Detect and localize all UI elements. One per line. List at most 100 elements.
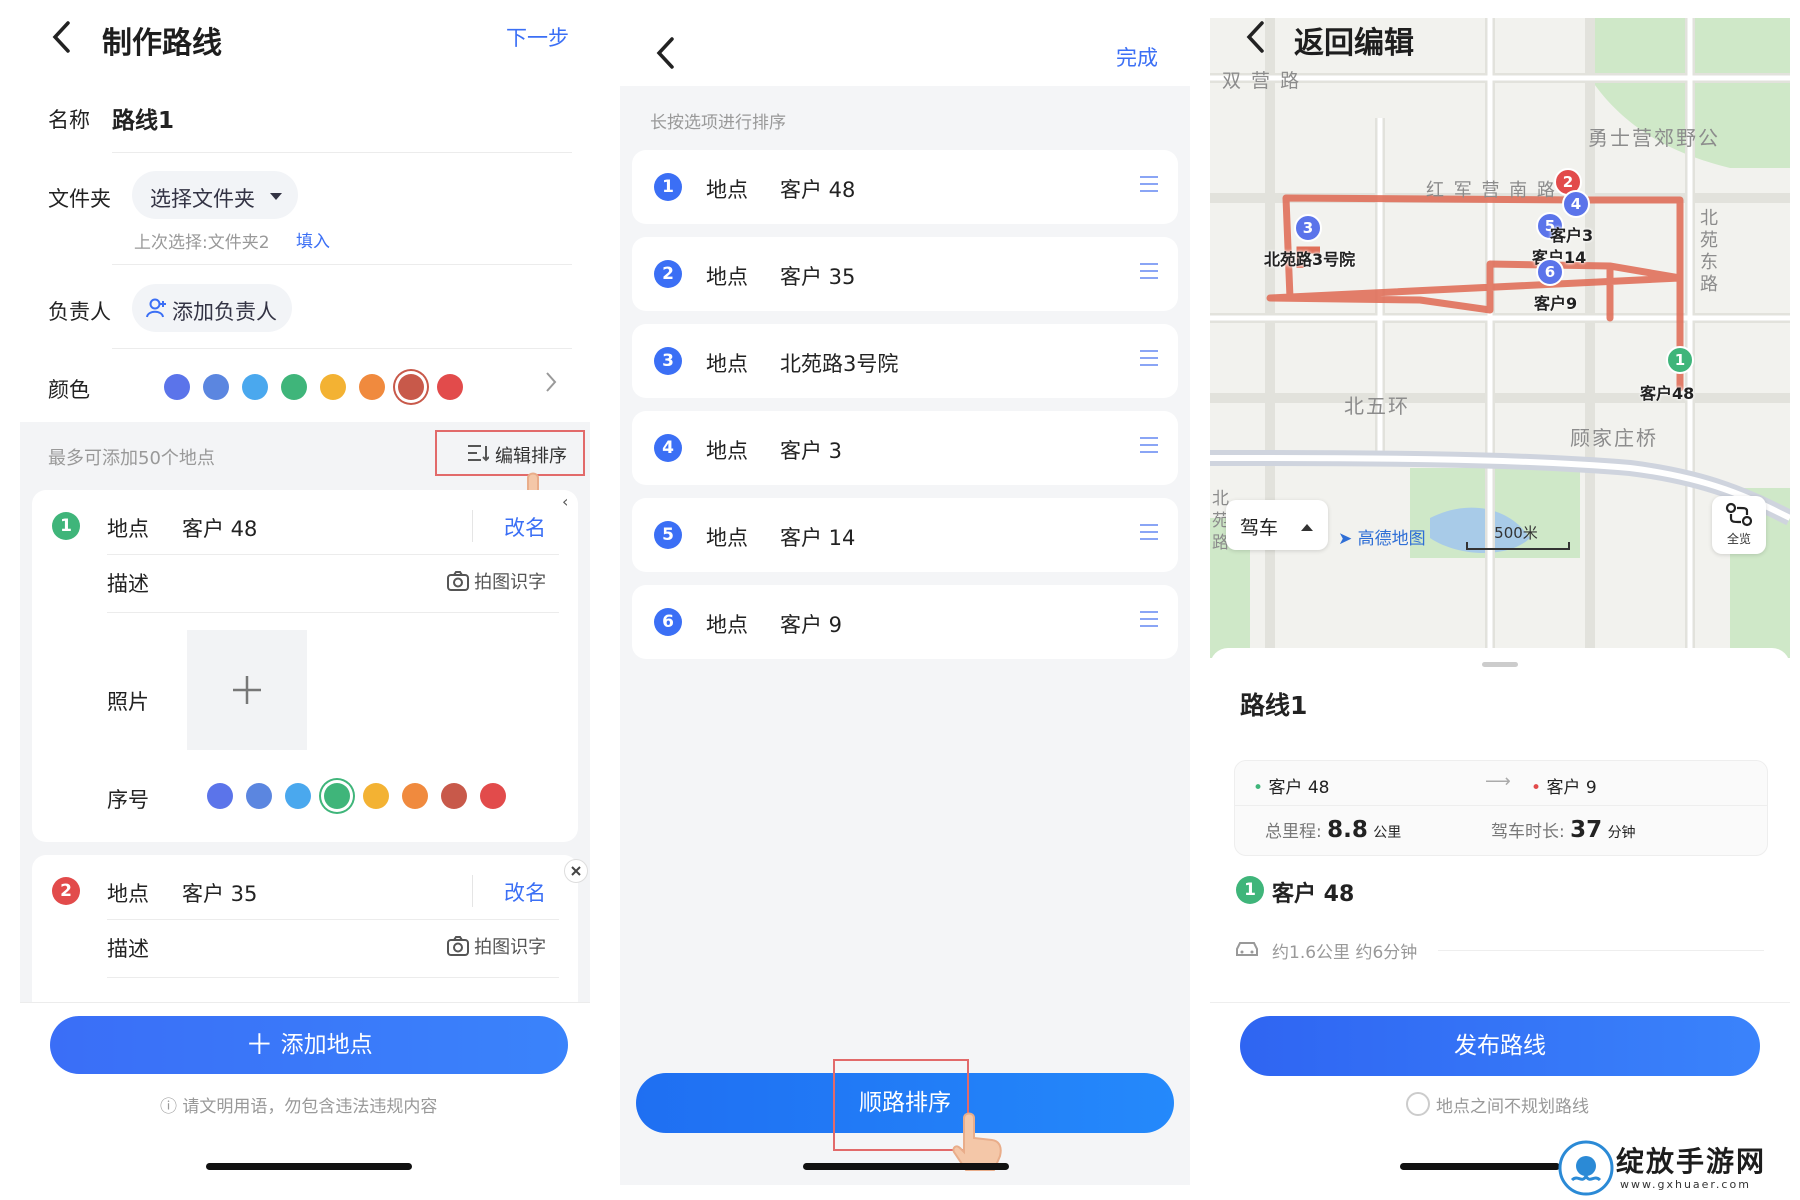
map-brand-text: 高德地图: [1357, 529, 1426, 549]
color-swatch-1[interactable]: [164, 374, 190, 400]
sort-hint: 长按选项进行排序: [650, 113, 786, 133]
index-color-swatch-1[interactable]: [207, 783, 233, 809]
add-point-label: 添加地点: [280, 1032, 373, 1058]
camera-icon: [447, 571, 474, 592]
amap-logo-icon: ➤: [1338, 529, 1353, 549]
select-folder-button[interactable]: 选择文件夹: [132, 171, 298, 219]
drag-handle-icon[interactable]: [1140, 437, 1158, 458]
sort-item[interactable]: 1 地点 客户 48: [632, 150, 1178, 224]
sort-item[interactable]: 6 地点 客户 9: [632, 585, 1178, 659]
car-icon: [1234, 940, 1260, 962]
ocr-label: 拍图识字: [474, 572, 547, 593]
drag-handle-icon[interactable]: [1140, 524, 1158, 545]
color-swatch-4[interactable]: [281, 374, 307, 400]
fill-link[interactable]: 填入: [296, 227, 330, 252]
sort-item[interactable]: 3 地点 北苑路3号院: [632, 324, 1178, 398]
ocr-button-1[interactable]: 拍图识字: [447, 568, 546, 594]
index-color-swatch-3[interactable]: [285, 783, 311, 809]
ocr-button-2[interactable]: 拍图识字: [447, 933, 546, 959]
add-photo-button[interactable]: [187, 630, 307, 750]
back-icon[interactable]: [1244, 20, 1266, 58]
add-user-icon: [146, 297, 168, 324]
sort-item[interactable]: 4 地点 客户 3: [632, 411, 1178, 485]
map-pin-1[interactable]: 1: [1666, 346, 1694, 374]
back-icon[interactable]: [654, 36, 676, 74]
index-color-swatch-2[interactable]: [246, 783, 272, 809]
color-swatch-3[interactable]: [242, 374, 268, 400]
map-label-beiyuan-east: 北 苑 东 路: [1700, 208, 1720, 295]
caret-down-icon: [268, 185, 284, 209]
rename-button-2[interactable]: 改名: [504, 877, 546, 907]
stop-badge-1: 1: [1236, 876, 1264, 904]
color-swatch-7[interactable]: [398, 374, 424, 400]
stop-name-1[interactable]: 客户 48: [1272, 876, 1354, 908]
notice-text: 请文明用语，勿包含违法违规内容: [182, 1097, 438, 1117]
back-to-edit-title[interactable]: 返回编辑: [1294, 18, 1414, 62]
home-indicator: [206, 1163, 412, 1170]
add-point-button[interactable]: ＋ 添加地点: [50, 1016, 568, 1074]
map-pin-4[interactable]: 4: [1562, 190, 1590, 218]
watermark: 绽放手游网 www.gxhuaer.com: [1558, 1138, 1790, 1200]
sort-item-name: 客户 48: [780, 178, 856, 202]
sheet-handle[interactable]: [1482, 662, 1518, 667]
drag-handle-icon[interactable]: [1140, 263, 1158, 284]
done-button[interactable]: 完成: [1116, 42, 1158, 72]
watermark-url: www.gxhuaer.com: [1620, 1178, 1751, 1191]
owner-label: 负责人: [48, 300, 111, 324]
index-color-swatch-7[interactable]: [441, 783, 467, 809]
index-color-swatch-8[interactable]: [480, 783, 506, 809]
sort-item[interactable]: 2 地点 客户 35: [632, 237, 1178, 311]
overview-button[interactable]: 全览: [1712, 496, 1766, 554]
point-label: 地点: [107, 882, 149, 906]
camera-icon: [447, 936, 474, 957]
map-header: 返回编辑: [1210, 18, 1790, 88]
sort-item-index: 5: [654, 521, 682, 549]
sort-icon: [467, 443, 490, 467]
sort-item[interactable]: 5 地点 客户 14: [632, 498, 1178, 572]
duration-unit: 分钟: [1607, 825, 1636, 841]
map-pin-3[interactable]: 3: [1294, 214, 1322, 242]
rename-button-1[interactable]: 改名: [504, 512, 546, 542]
map-label-beiwuhuan: 北五环: [1344, 394, 1410, 418]
select-folder-label: 选择文件夹: [150, 187, 255, 211]
remove-point-icon[interactable]: [564, 859, 588, 883]
map-view[interactable]: 双 营 路 勇士营郊野公 红 军 营 南 路 北 苑 东 路 北五环 顾家庄桥 …: [1210, 18, 1790, 658]
drag-handle-icon[interactable]: [1140, 176, 1158, 197]
color-swatch-6[interactable]: [359, 374, 385, 400]
index-color-swatch-6[interactable]: [402, 783, 428, 809]
travel-mode-button[interactable]: 驾车: [1226, 500, 1328, 550]
map-pin-6[interactable]: 6: [1536, 258, 1564, 286]
next-button[interactable]: 下一步: [506, 22, 569, 52]
point-name-2[interactable]: 客户 35: [182, 878, 257, 908]
add-owner-button[interactable]: 添加负责人: [132, 284, 292, 332]
route-to: • 客户 9: [1531, 778, 1597, 798]
route-from: • 客户 48: [1253, 778, 1330, 798]
back-icon[interactable]: [50, 20, 72, 63]
drag-handle-icon[interactable]: [1140, 611, 1158, 632]
drag-handle-icon[interactable]: [1140, 350, 1158, 371]
map-label-gujiazhuang: 顾家庄桥: [1570, 426, 1658, 450]
map-brand: ➤ 高德地图: [1338, 524, 1426, 549]
no-plan-checkbox[interactable]: [1406, 1092, 1430, 1116]
chevron-right-icon[interactable]: [544, 370, 558, 398]
point-name-1[interactable]: 客户 48: [182, 513, 257, 543]
index-color-swatch-5[interactable]: [363, 783, 389, 809]
color-swatch-2[interactable]: [203, 374, 229, 400]
notice: ⓘ 请文明用语，勿包含违法违规内容: [160, 1092, 437, 1117]
color-swatch-8[interactable]: [437, 374, 463, 400]
page-title: 制作路线: [102, 26, 222, 61]
ocr-label: 拍图识字: [474, 937, 547, 958]
home-indicator: [1400, 1163, 1560, 1170]
point-label: 地点: [107, 517, 149, 541]
sort-item-name: 客户 14: [780, 526, 856, 550]
name-value[interactable]: 路线1: [112, 101, 174, 135]
route-name: 路线1: [1240, 691, 1308, 720]
duration-value: 37: [1570, 817, 1603, 843]
color-label: 颜色: [48, 378, 90, 402]
publish-route-button[interactable]: 发布路线: [1240, 1016, 1760, 1076]
color-swatch-5[interactable]: [320, 374, 346, 400]
close-icon[interactable]: ‹: [562, 492, 568, 511]
index-color-swatch-4[interactable]: [324, 783, 350, 809]
route-summary-card: • 客户 48 ⟶ • 客户 9 总里程: 8.8 公里 驾车时长: 37 分钟: [1234, 760, 1768, 856]
sort-item-index: 1: [654, 173, 682, 201]
